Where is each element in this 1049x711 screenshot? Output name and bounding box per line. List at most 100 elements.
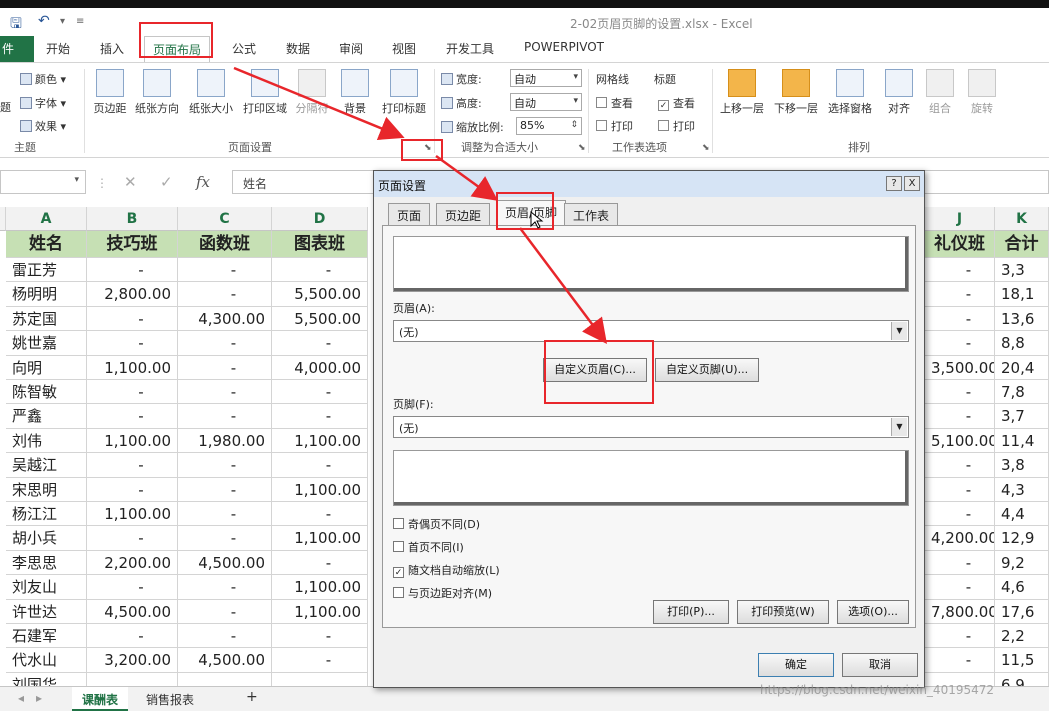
grid-cell-total[interactable]: 4,6 xyxy=(995,575,1049,600)
grid-cell-name[interactable]: 胡小兵 xyxy=(6,526,87,551)
grid-cell-etiquette[interactable]: - xyxy=(925,258,995,283)
grid-cell-total[interactable]: 7,8 xyxy=(995,380,1049,405)
grid-cell-chart[interactable]: - xyxy=(272,550,368,576)
grid-cell-chart[interactable]: 1,100.00 xyxy=(272,526,368,551)
grid-cell-func[interactable]: - xyxy=(178,502,272,527)
align-with-margins-checkbox[interactable]: 与页边距对齐(M) xyxy=(393,585,492,601)
grid-cell-total[interactable]: 4,3 xyxy=(995,477,1049,502)
grid-cell-chart[interactable]: - xyxy=(272,404,368,429)
grid-cell-name[interactable]: 刘友山 xyxy=(6,575,87,600)
theme-effects-button[interactable]: 效果 ▾ xyxy=(20,118,66,134)
grid-cell-total[interactable]: 13,6 xyxy=(995,306,1049,332)
grid-cell-etiquette[interactable]: - xyxy=(925,306,995,332)
grid-cell-total[interactable]: 20,4 xyxy=(995,355,1049,380)
grid-cell-name[interactable]: 陈智敏 xyxy=(6,380,87,405)
grid-cell-func[interactable]: - xyxy=(178,624,272,649)
close-icon[interactable]: X xyxy=(904,176,920,191)
grid-cell-total[interactable]: 17,6 xyxy=(995,599,1049,624)
theme-colors-button[interactable]: 颜色 ▾ xyxy=(20,71,66,87)
themes-partial-label[interactable]: 题 xyxy=(0,99,11,115)
grid-cell-func[interactable]: 4,300.00 xyxy=(178,306,272,332)
grid-cell-func[interactable]: - xyxy=(178,599,272,624)
print-titles-button[interactable]: 打印标题 xyxy=(378,69,430,116)
grid-cell-chart[interactable]: - xyxy=(272,502,368,527)
ok-button[interactable]: 确定 xyxy=(758,653,834,677)
grid-cell-func[interactable]: 4,500.00 xyxy=(178,648,272,673)
height-select[interactable]: 自动 ▾ xyxy=(510,93,582,111)
custom-footer-button[interactable]: 自定义页脚(U)... xyxy=(655,358,759,382)
grid-cell-tech[interactable]: - xyxy=(87,331,178,356)
grid-cell-etiquette[interactable]: - xyxy=(925,453,995,478)
grid-cell-etiquette[interactable]: - xyxy=(925,624,995,649)
group-objects-button[interactable]: 组合 xyxy=(922,69,958,116)
grid-cell-etiquette[interactable]: 7,800.00 xyxy=(925,599,995,624)
grid-cell-etiquette[interactable]: - xyxy=(925,575,995,600)
grid-cell-func[interactable]: - xyxy=(178,282,272,307)
grid-cell-etiquette[interactable]: - xyxy=(925,380,995,405)
tab-file[interactable]: 件 xyxy=(0,36,34,62)
grid-cell-chart[interactable]: - xyxy=(272,624,368,649)
grid-cell-etiquette[interactable]: 4,200.00 xyxy=(925,526,995,551)
scale-launcher-icon[interactable]: ⬊ xyxy=(578,143,586,153)
tab-review[interactable]: 审阅 xyxy=(339,40,363,57)
add-sheet-icon[interactable]: + xyxy=(236,687,268,711)
grid-cell-chart[interactable]: 1,100.00 xyxy=(272,477,368,502)
grid-cell-name[interactable]: 雷正芳 xyxy=(6,258,87,283)
grid-cell-func[interactable]: - xyxy=(178,331,272,356)
grid-cell-chart[interactable]: 1,100.00 xyxy=(272,575,368,600)
footer-select[interactable]: (无) ▼ xyxy=(393,416,909,438)
gridlines-view-checkbox[interactable]: 查看 xyxy=(596,95,633,111)
redo-icon[interactable]: ▾ xyxy=(60,16,65,27)
grid-cell-total[interactable]: 11,5 xyxy=(995,648,1049,673)
dialog-tab-sheet[interactable]: 工作表 xyxy=(564,203,619,225)
grid-cell-tech[interactable]: - xyxy=(87,380,178,405)
print-preview-button[interactable]: 打印预览(W) xyxy=(737,600,829,624)
grid-cell-etiquette[interactable]: - xyxy=(925,502,995,527)
grid-cell-func[interactable]: - xyxy=(178,477,272,502)
align-button[interactable]: 对齐 xyxy=(882,69,916,116)
grid-cell-etiquette[interactable]: 5,100.00 xyxy=(925,428,995,454)
width-select[interactable]: 自动 ▾ xyxy=(510,69,582,87)
tab-data[interactable]: 数据 xyxy=(286,40,310,57)
grid-cell-tech[interactable]: 2,200.00 xyxy=(87,550,178,576)
grid-cell-etiquette[interactable]: - xyxy=(925,331,995,356)
grid-cell-etiquette[interactable]: - xyxy=(925,282,995,307)
grid-cell-func[interactable]: - xyxy=(178,453,272,478)
grid-cell-total[interactable]: 9,2 xyxy=(995,550,1049,576)
grid-cell-name[interactable]: 许世达 xyxy=(6,599,87,624)
grid-cell-tech[interactable]: 1,100.00 xyxy=(87,355,178,380)
grid-cell-name[interactable]: 李思思 xyxy=(6,550,87,576)
grid-cell-name[interactable]: 宋思明 xyxy=(6,477,87,502)
header-cell-etiquette[interactable]: 礼仪班 xyxy=(925,231,995,258)
header-cell-func[interactable]: 函数班 xyxy=(178,231,272,258)
grid-cell-name[interactable]: 苏定国 xyxy=(6,306,87,332)
grid-cell-tech[interactable]: - xyxy=(87,575,178,600)
grid-cell-total[interactable]: 3,7 xyxy=(995,404,1049,429)
header-cell-total[interactable]: 合计 xyxy=(995,231,1049,258)
column-header-k[interactable]: K xyxy=(995,207,1049,231)
grid-cell-name[interactable]: 代水山 xyxy=(6,648,87,673)
grid-cell-name[interactable]: 姚世嘉 xyxy=(6,331,87,356)
tab-view[interactable]: 视图 xyxy=(392,40,416,57)
tab-developer[interactable]: 开发工具 xyxy=(446,40,494,57)
grid-cell-func[interactable]: - xyxy=(178,380,272,405)
grid-cell-tech[interactable]: - xyxy=(87,624,178,649)
different-odd-even-checkbox[interactable]: 奇偶页不同(D) xyxy=(393,516,480,532)
print-button[interactable]: 打印(P)... xyxy=(653,600,729,624)
grid-cell-etiquette[interactable]: 3,500.00 xyxy=(925,355,995,380)
grid-cell-etiquette[interactable]: - xyxy=(925,648,995,673)
headings-print-checkbox[interactable]: 打印 xyxy=(658,118,695,134)
grid-cell-chart[interactable]: - xyxy=(272,380,368,405)
column-header-j[interactable]: J xyxy=(925,207,995,231)
grid-cell-chart[interactable]: - xyxy=(272,258,368,283)
grid-cell-tech[interactable]: - xyxy=(87,477,178,502)
grid-cell-name[interactable]: 杨江江 xyxy=(6,502,87,527)
grid-cell-func[interactable]: 1,980.00 xyxy=(178,428,272,454)
grid-cell-etiquette[interactable]: - xyxy=(925,404,995,429)
rotate-button[interactable]: 旋转 xyxy=(964,69,1000,116)
grid-cell-tech[interactable]: - xyxy=(87,306,178,332)
margins-button[interactable]: 页边距 xyxy=(90,69,130,116)
theme-fonts-button[interactable]: 字体 ▾ xyxy=(20,95,66,111)
grid-cell-chart[interactable]: 5,500.00 xyxy=(272,306,368,332)
grid-cell-total[interactable]: 3,8 xyxy=(995,453,1049,478)
